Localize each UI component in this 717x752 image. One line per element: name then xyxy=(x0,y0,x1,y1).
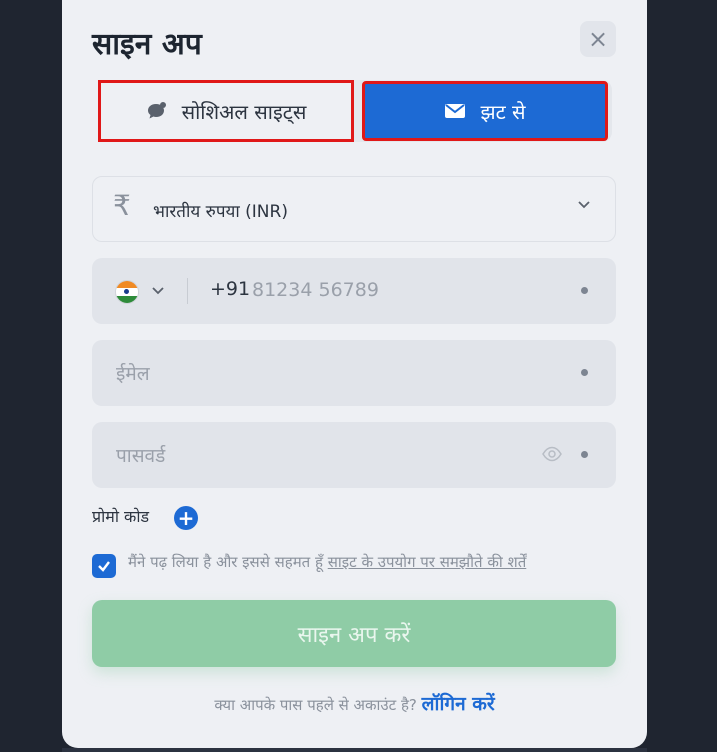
divider xyxy=(187,278,188,304)
checkmark-icon xyxy=(98,561,110,572)
phone-country-code: +91 xyxy=(210,278,251,300)
terms-prefix: मैंने पढ़ लिया है और इससे सहमत हूँ xyxy=(128,553,328,571)
required-dot-icon xyxy=(581,287,588,294)
chevron-down-icon xyxy=(578,201,590,209)
signup-method-tabs: सोशिअल साइट्स झट से xyxy=(98,80,612,142)
background-strip xyxy=(62,748,647,752)
envelope-icon xyxy=(445,104,466,118)
login-link[interactable]: लॉगिन करें xyxy=(422,693,495,715)
tab-quick-label: झट से xyxy=(480,99,526,124)
promo-code-label[interactable]: प्रोमो कोड xyxy=(92,505,149,527)
plus-icon: + xyxy=(177,506,195,530)
terms-text: मैंने पढ़ लिया है और इससे सहमत हूँ साइट … xyxy=(128,552,526,572)
currency-label: भारतीय रुपया (INR) xyxy=(153,202,288,222)
modal-title: साइन अप xyxy=(92,27,202,62)
signup-button[interactable]: साइन अप करें xyxy=(92,600,616,667)
eye-icon[interactable] xyxy=(542,444,562,464)
currency-select[interactable]: ₹ भारतीय रुपया (INR) xyxy=(92,176,616,242)
required-dot-icon xyxy=(581,369,588,376)
required-dot-icon xyxy=(581,451,588,458)
close-icon: × xyxy=(587,25,609,53)
close-button[interactable]: × xyxy=(580,21,616,57)
promo-add-button[interactable]: + xyxy=(174,506,198,530)
email-input[interactable]: ईमेल xyxy=(116,360,150,386)
chat-bubble-icon xyxy=(147,102,166,119)
tab-quick-signup[interactable]: झट से xyxy=(362,81,608,141)
password-input[interactable]: पासवर्ड xyxy=(116,442,165,468)
tab-social-label: सोशिअल साइट्स xyxy=(181,99,307,124)
phone-field[interactable]: +91 81234 56789 xyxy=(92,258,616,324)
terms-checkbox[interactable] xyxy=(92,554,116,578)
india-flag-icon[interactable] xyxy=(115,280,139,304)
password-field[interactable]: पासवर्ड xyxy=(92,422,616,488)
rupee-icon: ₹ xyxy=(113,189,131,222)
email-field[interactable]: ईमेल xyxy=(92,340,616,406)
login-prompt-row: क्या आपके पास पहले से अकाउंट है? लॉगिन क… xyxy=(62,690,647,716)
terms-link[interactable]: साइट के उपयोग पर समझौते की शर्तें xyxy=(328,553,527,571)
login-prompt: क्या आपके पास पहले से अकाउंट है? xyxy=(214,696,422,714)
chevron-down-icon[interactable] xyxy=(150,282,166,298)
tab-social-sites[interactable]: सोशिअल साइट्स xyxy=(98,80,354,142)
signup-modal: साइन अप × सोशिअल साइट्स झट से ₹ भारतीय र… xyxy=(62,0,647,748)
phone-input[interactable]: 81234 56789 xyxy=(252,279,379,301)
